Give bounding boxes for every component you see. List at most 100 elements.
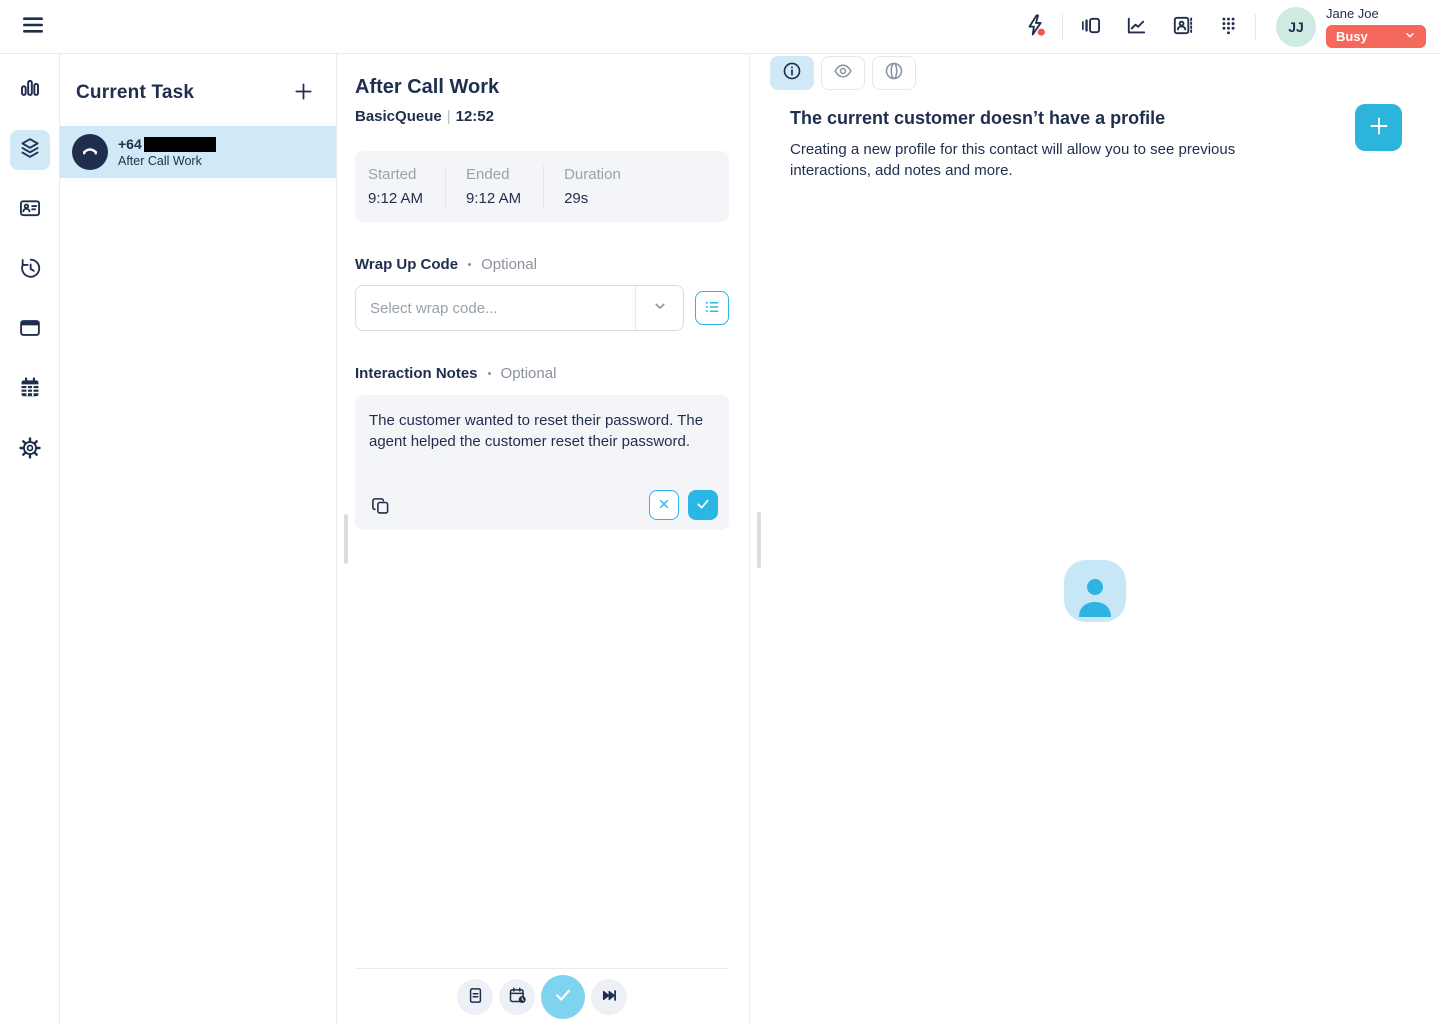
topbar-divider	[1255, 14, 1256, 40]
dialpad-icon	[1216, 13, 1241, 41]
create-profile-button[interactable]	[1355, 104, 1402, 151]
acw-timer: 12:52	[456, 108, 494, 125]
hamburger-icon	[20, 12, 46, 41]
check-icon	[553, 985, 573, 1008]
queue-name: BasicQueue	[355, 108, 442, 125]
notes-document-button[interactable]	[457, 979, 493, 1015]
close-icon	[657, 497, 671, 514]
task-list-item[interactable]: +64 After Call Work	[60, 126, 336, 178]
stat-duration: Duration 29s	[543, 166, 643, 207]
schedule-callback-button[interactable]	[499, 979, 535, 1015]
interaction-notes-field[interactable]: The customer wanted to reset their passw…	[355, 395, 729, 530]
contacts-button[interactable]	[1165, 10, 1199, 44]
layers-icon	[17, 135, 43, 166]
stat-started: Started 9:12 AM	[355, 166, 445, 207]
profile-tabs	[750, 54, 1440, 90]
info-icon	[781, 60, 803, 87]
rail-item-calendar[interactable]	[10, 370, 50, 410]
tab-preview[interactable]	[821, 56, 865, 90]
stat-value: 9:12 AM	[368, 190, 423, 207]
eye-icon	[832, 60, 854, 87]
accept-notes-button[interactable]	[688, 490, 718, 520]
profile-header: The current customer doesn’t have a prof…	[750, 90, 1440, 181]
person-icon	[1072, 575, 1118, 622]
panels-view-button[interactable]	[1073, 10, 1107, 44]
wrapup-list-button[interactable]	[695, 291, 729, 325]
chevron-down-icon	[650, 296, 670, 321]
tasks-panel-title: Current Task	[76, 82, 194, 104]
check-icon	[695, 496, 711, 515]
wrapup-select[interactable]: Select wrap code...	[355, 285, 684, 331]
acw-footer-toolbar	[355, 968, 729, 1024]
stats-chart-button[interactable]	[1119, 10, 1153, 44]
topbar-right-cluster: JJ Jane Joe Busy	[1018, 6, 1426, 48]
call-stats-card: Started 9:12 AM Ended 9:12 AM Duration 2…	[355, 151, 729, 222]
tab-info[interactable]	[770, 56, 814, 90]
stat-value: 9:12 AM	[466, 190, 521, 207]
status-dropdown-button[interactable]: Busy	[1326, 25, 1426, 48]
skip-forward-icon	[599, 985, 620, 1009]
scrollbar-thumb[interactable]	[344, 514, 348, 564]
no-profile-heading: The current customer doesn’t have a prof…	[790, 108, 1320, 129]
stat-label: Started	[368, 166, 423, 183]
notifications-button[interactable]	[1018, 10, 1052, 44]
rail-item-history[interactable]	[10, 250, 50, 290]
left-rail	[0, 54, 60, 1024]
dot-separator	[488, 372, 491, 375]
notes-label: Interaction Notes	[355, 365, 478, 382]
notes-label-row: Interaction Notes Optional	[355, 365, 729, 382]
skip-button[interactable]	[591, 979, 627, 1015]
after-call-work-panel: After Call Work BasicQueue|12:52 Started…	[337, 54, 750, 1024]
task-phone-number: +64	[118, 136, 216, 152]
add-task-button[interactable]	[286, 76, 320, 110]
stat-label: Duration	[564, 166, 621, 183]
rail-item-dashboard[interactable]	[10, 70, 50, 110]
notes-action-buttons	[649, 490, 718, 520]
dialpad-button[interactable]	[1211, 10, 1245, 44]
notes-optional-tag: Optional	[501, 365, 557, 382]
rail-item-settings[interactable]	[10, 430, 50, 470]
stat-label: Ended	[466, 166, 521, 183]
wrapup-optional-tag: Optional	[481, 256, 537, 273]
calendar-icon	[17, 375, 43, 406]
rail-item-window[interactable]	[10, 310, 50, 350]
task-item-text: +64 After Call Work	[118, 136, 216, 168]
scrollbar-thumb[interactable]	[757, 512, 761, 568]
topbar-divider	[1062, 14, 1063, 40]
wrapup-select-placeholder: Select wrap code...	[370, 300, 635, 317]
trend-chart-icon	[1124, 13, 1149, 41]
dot-separator	[468, 263, 471, 266]
redacted-phone-number	[144, 137, 216, 152]
discard-notes-button[interactable]	[649, 490, 679, 520]
copy-notes-button[interactable]	[369, 495, 393, 519]
user-block: Jane Joe Busy	[1326, 6, 1426, 48]
user-avatar[interactable]: JJ	[1276, 7, 1316, 47]
gear-icon	[17, 435, 43, 466]
phone-badge	[72, 134, 108, 170]
select-chevron-area[interactable]	[635, 286, 683, 330]
calendar-clock-icon	[507, 985, 528, 1009]
customer-profile-panel: The current customer doesn’t have a prof…	[750, 54, 1440, 1024]
no-profile-description: Creating a new profile for this contact …	[790, 139, 1268, 181]
list-icon	[702, 297, 722, 320]
interaction-notes-text: The customer wanted to reset their passw…	[369, 410, 715, 452]
history-icon	[17, 255, 43, 286]
main-content: Current Task +64	[0, 54, 1440, 1024]
tab-insights[interactable]	[872, 56, 916, 90]
wrapup-label: Wrap Up Code	[355, 256, 458, 273]
window-icon	[17, 315, 43, 346]
hamburger-menu-button[interactable]	[16, 10, 50, 44]
status-label: Busy	[1336, 29, 1368, 44]
current-task-panel: Current Task +64	[60, 54, 337, 1024]
rail-item-contacts[interactable]	[10, 190, 50, 230]
split-circle-icon	[883, 60, 905, 87]
tasks-header: Current Task	[60, 54, 336, 126]
rail-item-tasks[interactable]	[10, 130, 50, 170]
avatar-initials: JJ	[1288, 19, 1304, 35]
topbar: JJ Jane Joe Busy	[0, 0, 1440, 54]
wrapup-label-row: Wrap Up Code Optional	[355, 256, 729, 273]
complete-task-button[interactable]	[541, 975, 585, 1019]
user-name: Jane Joe	[1326, 6, 1426, 21]
profile-placeholder-avatar	[1064, 560, 1126, 622]
acw-title: After Call Work	[355, 76, 729, 99]
